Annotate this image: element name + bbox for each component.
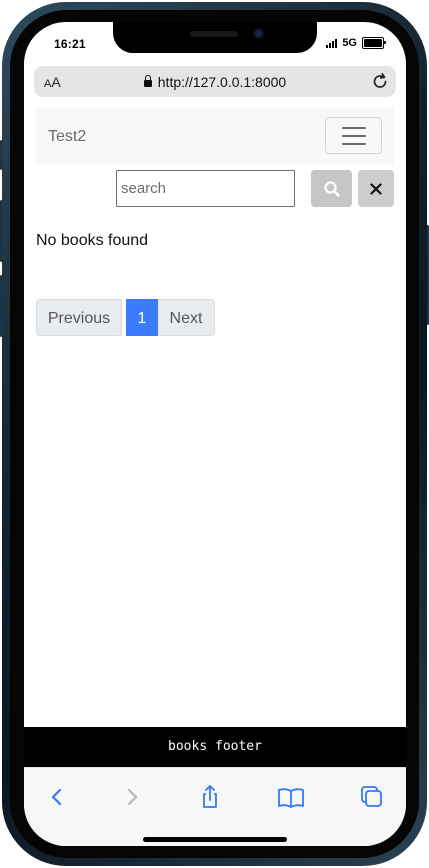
previous-page-button[interactable]: Previous	[36, 299, 122, 336]
close-icon	[370, 182, 382, 195]
hamburger-icon	[342, 127, 366, 129]
bookmarks-icon[interactable]	[276, 782, 306, 812]
navbar-toggle-button[interactable]	[325, 117, 382, 154]
signal-icon	[326, 38, 338, 48]
forward-icon[interactable]	[117, 782, 147, 812]
footer-text: books footer	[168, 739, 262, 754]
navbar: Test2	[36, 108, 394, 164]
url-display[interactable]: http://127.0.0.1:8000	[34, 74, 396, 90]
network-label: 5G	[342, 37, 357, 49]
back-icon[interactable]	[42, 782, 72, 812]
share-icon[interactable]	[195, 782, 225, 812]
browser-toolbar	[24, 767, 406, 846]
navbar-brand[interactable]: Test2	[48, 128, 86, 146]
notch	[113, 22, 317, 53]
empty-results-message: No books found	[36, 232, 149, 249]
magnifier-icon	[323, 180, 340, 197]
phone-mockup: 16:21 5G AA http://127.0.0.1:8000 Test2 …	[0, 0, 429, 868]
hamburger-icon-bottom	[342, 143, 366, 145]
status-indicators: 5G	[326, 37, 386, 49]
page-footer: books footer	[24, 727, 406, 767]
pagination: Previous 1 Next	[36, 299, 215, 336]
page-number-button[interactable]: 1	[126, 299, 158, 336]
lock-icon	[143, 75, 152, 87]
next-page-button[interactable]: Next	[158, 299, 215, 336]
hamburger-icon-middle	[342, 135, 366, 137]
status-time: 16:21	[54, 37, 86, 51]
address-bar[interactable]: AA http://127.0.0.1:8000	[34, 66, 396, 97]
home-indicator	[143, 837, 287, 842]
url-text: http://127.0.0.1:8000	[157, 74, 287, 90]
clear-search-button[interactable]	[358, 170, 394, 207]
search-input[interactable]	[116, 170, 295, 207]
front-camera	[253, 28, 264, 39]
tabs-icon[interactable]	[357, 782, 387, 812]
search-button[interactable]	[311, 170, 352, 207]
reload-icon[interactable]	[370, 71, 390, 91]
battery-icon	[362, 37, 386, 49]
screen: 16:21 5G AA http://127.0.0.1:8000 Test2 …	[24, 22, 406, 846]
speaker-grille	[190, 31, 238, 37]
